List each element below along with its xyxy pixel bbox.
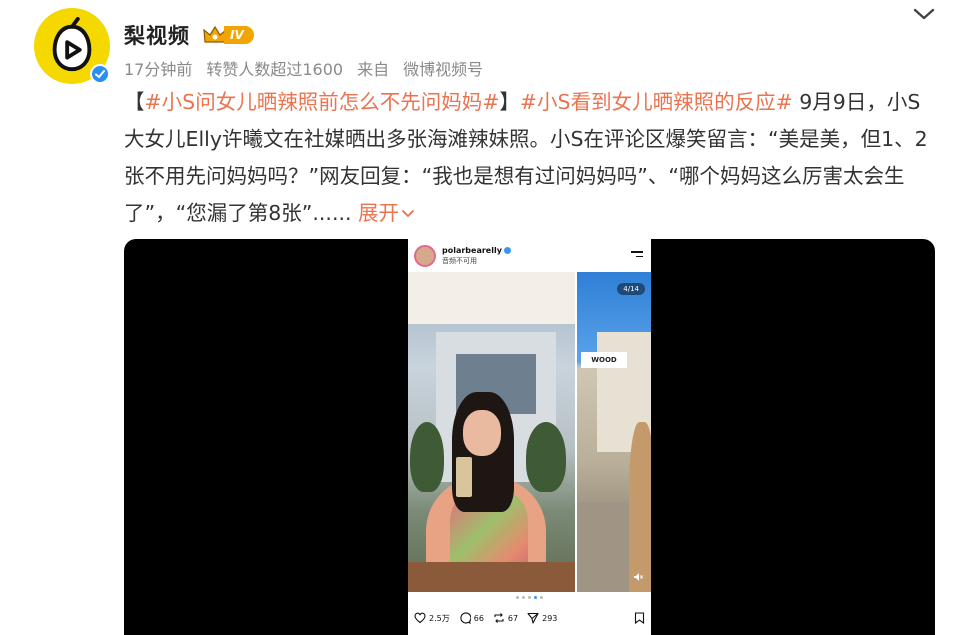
ig-action-bar: 2.5万 66 67 293 (414, 609, 645, 627)
source-prefix: 来自 (357, 60, 390, 79)
more-options-button[interactable] (910, 4, 938, 24)
bracket-open: 【 (124, 90, 145, 114)
ig-subtitle: 音频不可用 (442, 256, 477, 265)
level-badge[interactable]: IV (202, 24, 254, 46)
source-link[interactable]: 微博视频号 (403, 56, 483, 80)
ig-like-count: 2.5万 (429, 613, 450, 623)
ig-username: polarbearelly (442, 246, 511, 256)
repost-count: 转赞人数超过1600 (206, 60, 344, 79)
topic-tag-1[interactable]: #小S问女儿晒辣照前怎么不先问妈妈# (145, 90, 500, 114)
drink-glass (456, 457, 472, 497)
level-label: IV (224, 26, 254, 44)
ig-photo-main (408, 272, 575, 592)
author-header: 梨视频 IV (124, 20, 254, 50)
ig-comment: 66 (459, 612, 484, 624)
ig-photo-next: WOOD 4/14 (577, 272, 651, 592)
post-meta: 17分钟前 转赞人数超过1600 来自 微博视频号 (124, 56, 483, 80)
ig-share: 293 (527, 612, 557, 624)
chevron-down-icon (402, 210, 414, 218)
ig-avatar (414, 244, 436, 267)
ig-repost: 67 (493, 612, 518, 624)
repost-icon (494, 613, 504, 623)
carousel-dots (408, 596, 651, 599)
bracket-close: 】 (499, 90, 520, 114)
ig-header: polarbearelly 音频不可用 (408, 239, 651, 272)
send-icon (527, 612, 539, 624)
video-player[interactable]: polarbearelly 音频不可用 WOOD 4/14 2.5万 66 67… (124, 239, 935, 635)
expand-button[interactable]: 展开 (358, 201, 415, 225)
mute-icon (634, 573, 643, 581)
heart-icon (414, 612, 426, 624)
menu-icon (631, 251, 643, 259)
post-body: 【#小S问女儿晒辣照前怎么不先问妈妈#】#小S看到女儿晒辣照的反应# 9月9日，… (124, 84, 930, 232)
ig-username-text: polarbearelly (442, 245, 502, 255)
comment-icon (460, 612, 471, 624)
ig-repost-count: 67 (507, 613, 519, 623)
page-indicator: 4/14 (617, 283, 645, 295)
chevron-down-icon (913, 8, 935, 20)
instagram-post-screenshot: polarbearelly 音频不可用 WOOD 4/14 2.5万 66 67… (408, 239, 651, 635)
ig-share-count: 293 (542, 613, 558, 623)
shop-sign: WOOD (581, 352, 627, 368)
bookmark-icon (634, 609, 645, 628)
topic-tag-2[interactable]: #小S看到女儿晒辣照的反应# (520, 90, 793, 114)
post-time[interactable]: 17分钟前 (124, 56, 192, 80)
verified-icon (503, 247, 511, 254)
author-name[interactable]: 梨视频 (124, 20, 190, 50)
ig-comment-count: 66 (473, 613, 484, 623)
ig-like: 2.5万 (414, 612, 450, 624)
expand-label: 展开 (358, 201, 400, 225)
verified-icon (90, 64, 110, 84)
